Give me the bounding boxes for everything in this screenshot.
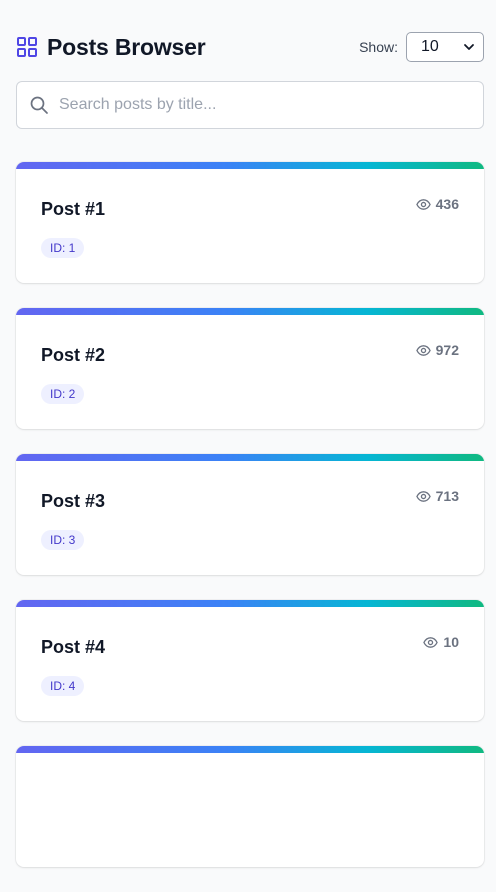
post-id-badge: ID: 1: [41, 238, 85, 258]
search-icon: [30, 96, 48, 114]
card-accent-bar: [16, 308, 484, 315]
page-size-select[interactable]: 10: [406, 32, 484, 62]
post-views: 713: [415, 488, 459, 504]
page-title: Posts Browser: [47, 33, 206, 60]
show-label: Show:: [359, 39, 398, 55]
post-title: Post #2: [41, 345, 106, 365]
post-card[interactable]: Post #2 972 ID: 2: [16, 308, 484, 429]
card-accent-bar: [16, 600, 484, 607]
post-title: Post #1: [41, 199, 106, 219]
post-views: 972: [415, 342, 459, 358]
card-accent-bar: [16, 746, 484, 753]
post-card[interactable]: Post #4 10 ID: 4: [16, 600, 484, 721]
post-title: Post #4: [41, 637, 106, 657]
eye-icon: [415, 344, 431, 356]
card-accent-bar: [16, 454, 484, 461]
page-size-value: 10: [421, 38, 439, 55]
post-views-count: 713: [435, 488, 459, 504]
eye-icon: [415, 490, 431, 502]
eye-icon: [423, 636, 439, 648]
post-views: 10: [423, 634, 459, 650]
card-accent-bar: [16, 162, 484, 169]
post-card-partial[interactable]: [16, 746, 484, 867]
post-card[interactable]: Post #1 436 ID: 1: [16, 162, 484, 283]
post-id-badge: ID: 4: [41, 676, 85, 696]
post-views-count: 10: [443, 634, 459, 650]
chevron-down-icon: [464, 44, 474, 50]
search-box[interactable]: [16, 81, 484, 129]
post-card[interactable]: Post #3 713 ID: 3: [16, 454, 484, 575]
title-group: Posts Browser: [16, 33, 206, 61]
post-id-badge: ID: 3: [41, 530, 85, 550]
grid-icon: [17, 37, 37, 57]
app-header: Posts Browser Show: 10: [16, 30, 484, 64]
post-views-count: 436: [435, 196, 459, 212]
page-size-control: Show: 10: [359, 32, 484, 62]
search-input[interactable]: [57, 95, 461, 115]
eye-icon: [415, 198, 431, 210]
post-views-count: 972: [435, 342, 459, 358]
post-id-badge: ID: 2: [41, 384, 85, 404]
post-title: Post #3: [41, 491, 106, 511]
post-views: 436: [415, 196, 459, 212]
posts-list: Post #1 436 ID: 1 Post #2 972 ID: 2 Post…: [16, 162, 484, 892]
